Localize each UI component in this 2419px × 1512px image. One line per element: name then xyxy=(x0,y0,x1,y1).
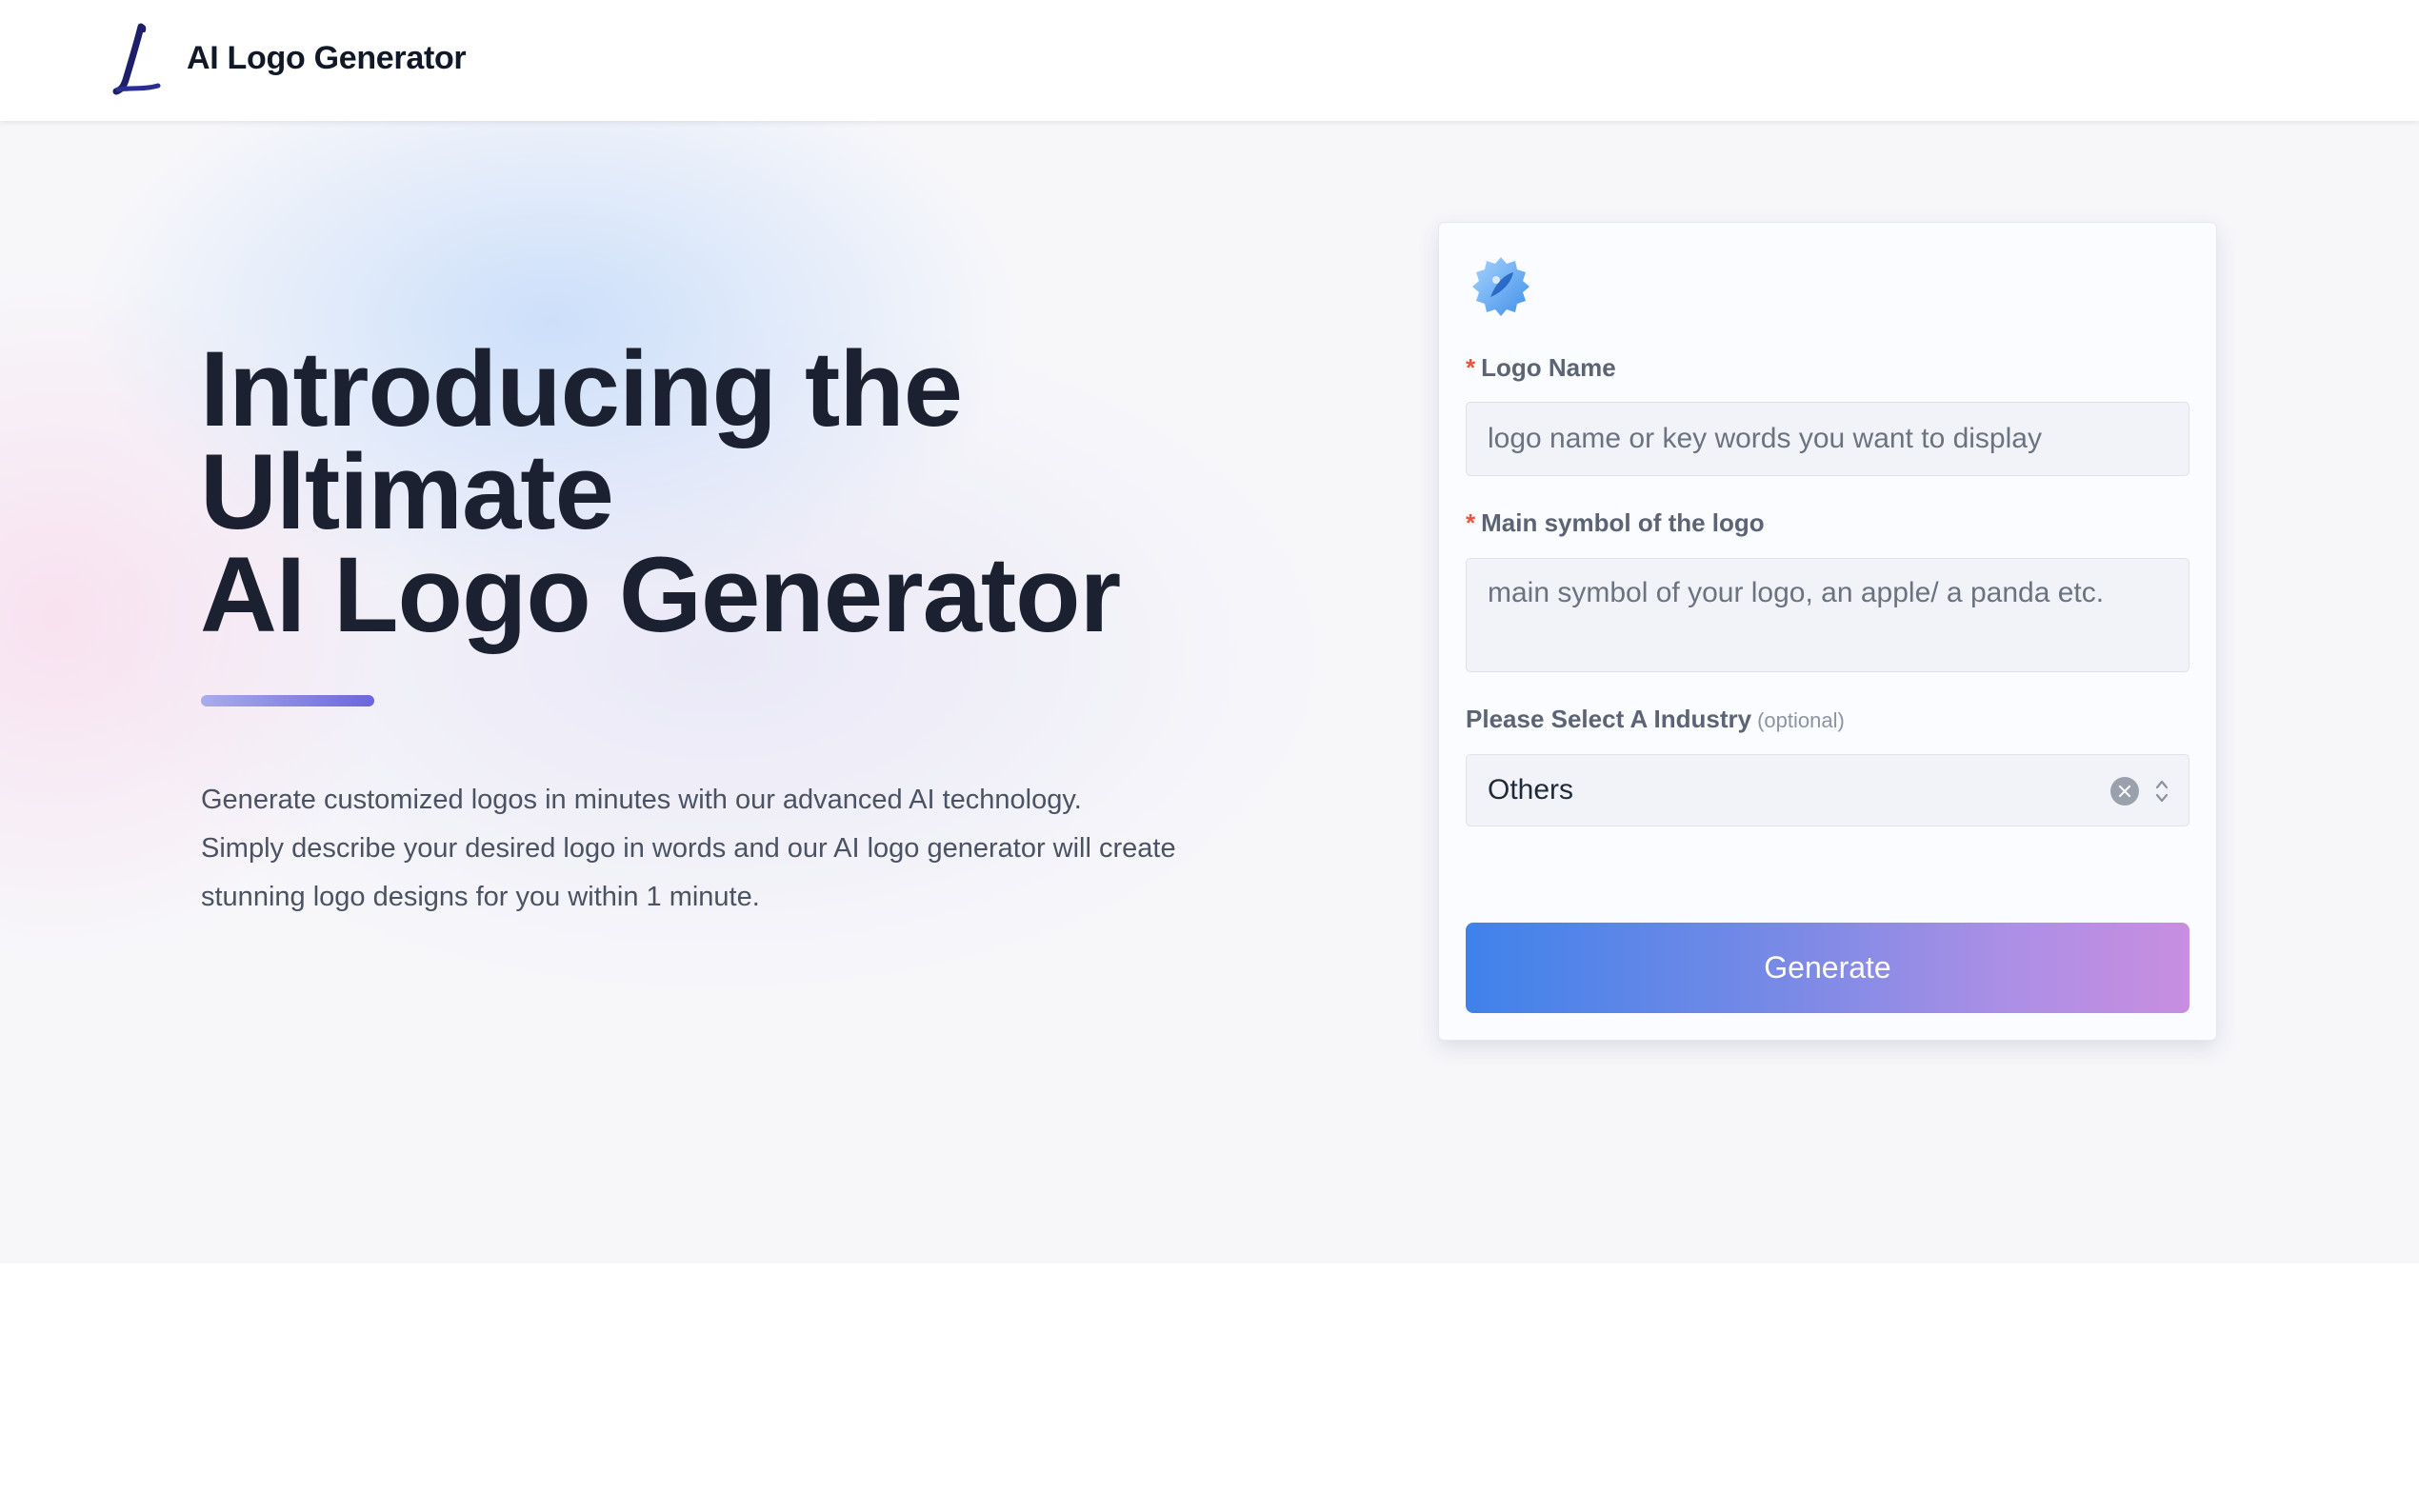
headline-accent-divider xyxy=(201,695,374,706)
logo-name-label-text: Logo Name xyxy=(1481,353,1616,382)
hero-headline: Introducing the Ultimate AI Logo Generat… xyxy=(200,329,1343,654)
script-letter-l-logo-icon[interactable] xyxy=(112,23,164,95)
required-mark: * xyxy=(1466,508,1476,537)
industry-label-text: Please Select A Industry xyxy=(1466,705,1752,733)
chevron-up-down-icon[interactable] xyxy=(2154,776,2169,806)
description-line-1: Generate customized logos in minutes wit… xyxy=(201,785,1082,815)
optional-hint: (optional) xyxy=(1757,708,1845,732)
description-line-3: stunning logo designs for you within 1 m… xyxy=(201,882,760,912)
headline-line-1: Introducing the xyxy=(200,329,963,448)
logo-name-label: * Logo Name xyxy=(1466,353,1616,383)
main-symbol-textarea[interactable] xyxy=(1466,558,2189,672)
generate-button[interactable]: Generate xyxy=(1466,923,2189,1013)
industry-label: Please Select A Industry (optional) xyxy=(1466,705,1845,734)
industry-selected-value: Others xyxy=(1488,774,1574,806)
main-symbol-label-text: Main symbol of the logo xyxy=(1481,508,1765,537)
headline-line-3: AI Logo Generator xyxy=(200,535,1121,654)
main-symbol-label: * Main symbol of the logo xyxy=(1466,508,1765,538)
headline-line-2: Ultimate xyxy=(200,432,614,551)
logo-generator-form-card: *Logo Name *Main symbol of the logo Plea… xyxy=(1438,222,2217,1041)
required-mark: * xyxy=(1466,353,1476,382)
description-line-2: Simply describe your desired logo in wor… xyxy=(201,833,1176,864)
hero-description: Generate customized logos in minutes wit… xyxy=(201,776,1306,922)
app-title[interactable]: AI Logo Generator xyxy=(187,40,467,77)
clear-icon[interactable] xyxy=(2110,777,2139,806)
top-nav-bar: AI Logo Generator xyxy=(0,0,2419,121)
gear-badge-icon xyxy=(1472,257,1529,316)
industry-select[interactable]: Others xyxy=(1466,754,2189,826)
logo-name-input[interactable] xyxy=(1466,402,2189,476)
